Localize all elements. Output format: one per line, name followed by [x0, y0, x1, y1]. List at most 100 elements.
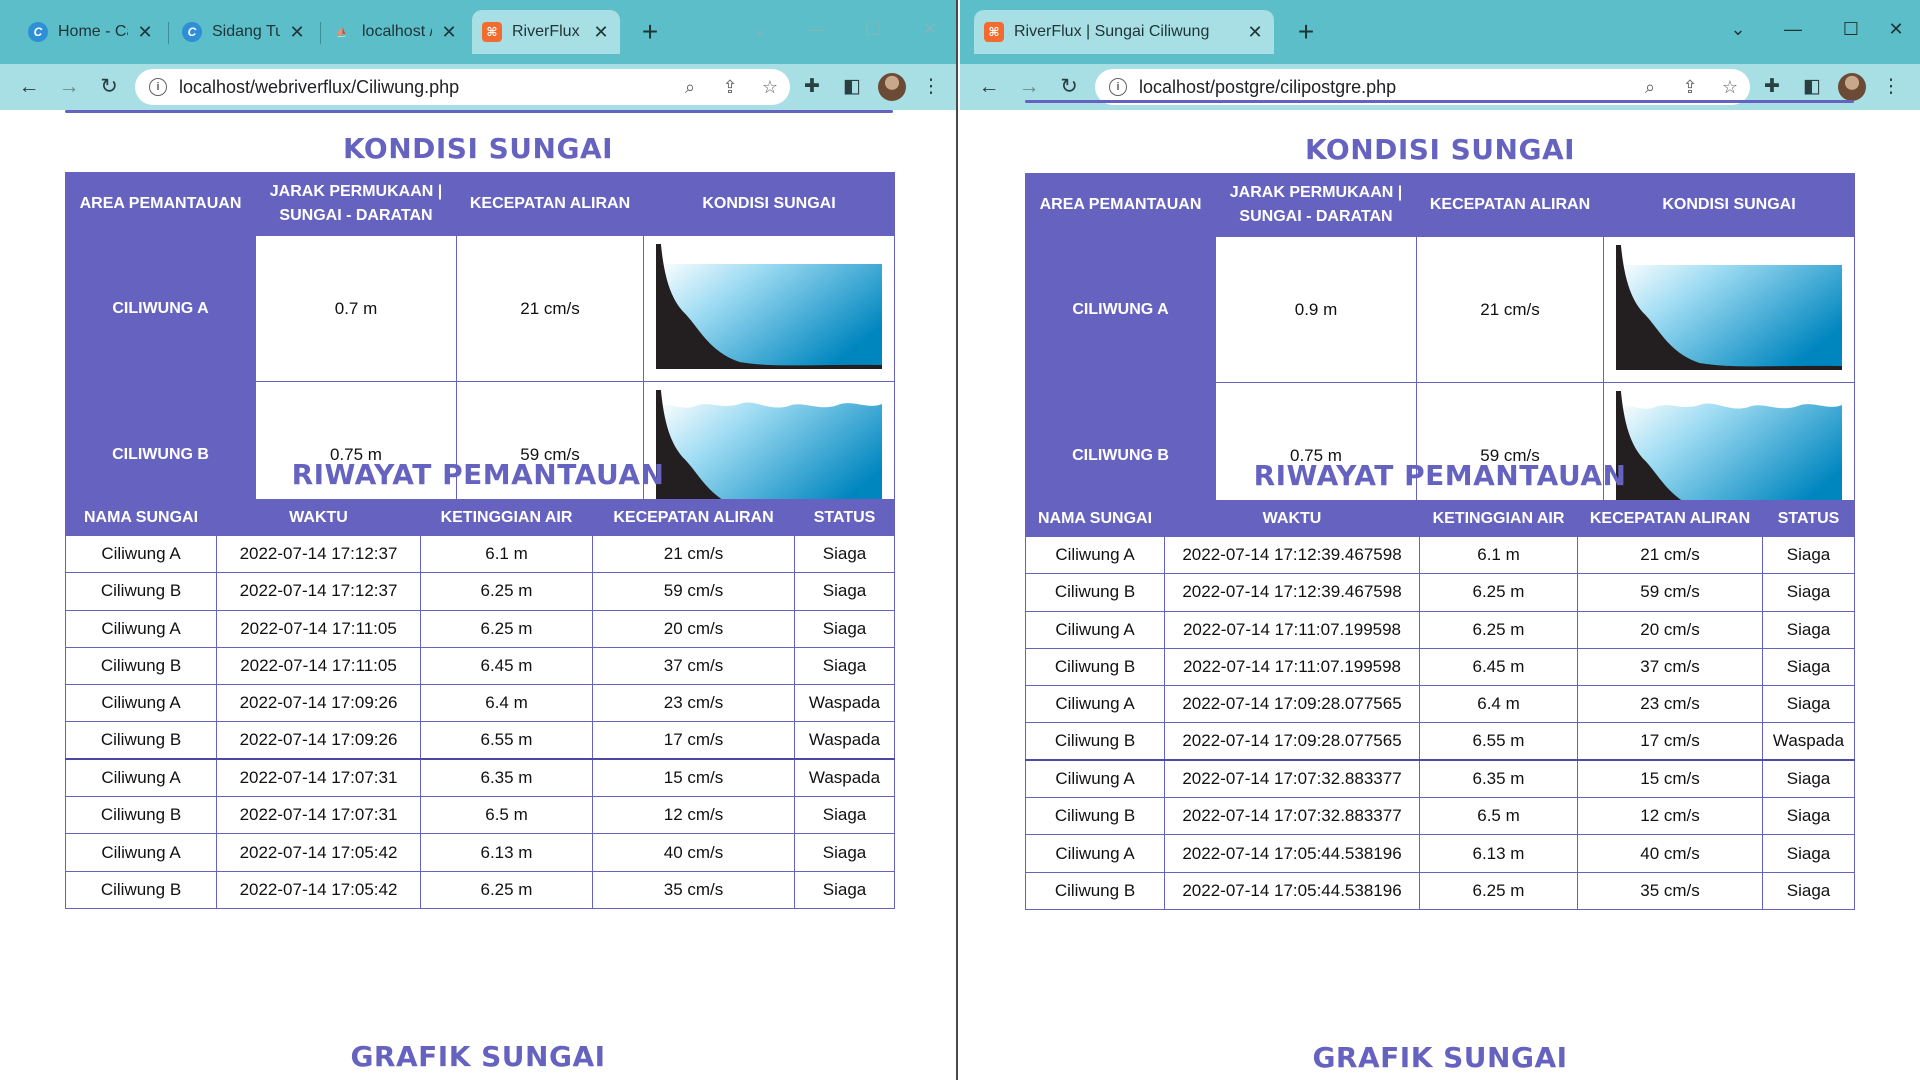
browser-toolbar: ← → ↻ i localhost/webriverflux/Ciliwung.… [0, 64, 956, 110]
browser-window-right: ⌘ RiverFlux | Sungai Ciliwung ✕ + ⌄ — ☐ … [960, 0, 1920, 1080]
river-condition-image [643, 235, 895, 382]
zoom-icon[interactable]: ⌕ [670, 77, 710, 98]
site-info-icon[interactable]: i [149, 78, 167, 96]
kecepatan-cell: 21 cm/s [1416, 236, 1604, 383]
status-cell: Siaga [794, 609, 895, 648]
new-tab-button[interactable]: + [634, 14, 666, 50]
url-text[interactable]: localhost/webriverflux/Ciliwung.php [179, 77, 670, 98]
close-tab-icon[interactable]: ✕ [592, 22, 610, 43]
zoom-icon[interactable]: ⌕ [1630, 77, 1670, 98]
kondisi-sungai-title: KONDISI SUNGAI [342, 132, 614, 165]
side-panel-icon[interactable]: ◧ [837, 72, 867, 102]
forward-arrow-icon[interactable]: → [1014, 72, 1044, 102]
close-tab-icon[interactable]: ✕ [1246, 22, 1264, 43]
table-row: Ciliwung A 2022-07-14 17:07:31 6.35 m 15 cm… [65, 758, 895, 798]
close-window-button[interactable]: ✕ [1876, 14, 1916, 44]
waktu-cell: 2022-07-14 17:12:39.467598 [1164, 573, 1420, 612]
url-text[interactable]: localhost/postgre/cilipostgre.php [1139, 77, 1630, 98]
col-header: STATUS [1762, 500, 1855, 537]
menu-kebab-icon[interactable]: ⋮ [1876, 72, 1906, 102]
minimize-button[interactable]: — [1773, 14, 1813, 44]
tab-riverflux[interactable]: ⌘ RiverFlux | ✕ [472, 10, 620, 54]
tab-riverflux-ciliwung[interactable]: ⌘ RiverFlux | Sungai Ciliwung ✕ [974, 10, 1274, 54]
side-panel-icon[interactable]: ◧ [1797, 72, 1827, 102]
tab-label: localhost / [362, 23, 432, 40]
bookmark-star-icon[interactable]: ☆ [750, 77, 790, 98]
ketinggian-air-cell: 6.5 m [1419, 797, 1578, 836]
status-cell: Waspada [794, 721, 895, 760]
close-tab-icon[interactable]: ✕ [136, 22, 154, 43]
ketinggian-air-cell: 6.13 m [420, 833, 593, 872]
waktu-cell: 2022-07-14 17:09:28.077565 [1164, 685, 1420, 724]
table-row: Ciliwung B 2022-07-14 17:07:31 6.5 m 12 cm/… [65, 796, 895, 835]
table-row: Ciliwung A 2022-07-14 17:05:42 6.13 m 40 cm… [65, 833, 895, 872]
nama-sungai-cell: Ciliwung B [1025, 647, 1165, 687]
tab-label: RiverFlux | Sungai Ciliwung [1014, 23, 1210, 40]
col-header: KETINGGIAN AIR [420, 499, 593, 536]
nama-sungai-cell: Ciliwung A [65, 684, 217, 723]
site-info-icon[interactable]: i [1109, 78, 1127, 96]
tab-home-canva[interactable]: C Home - Ca ✕ [18, 12, 164, 52]
status-cell: Siaga [1762, 759, 1855, 799]
waktu-cell: 2022-07-14 17:05:44.538196 [1164, 871, 1420, 910]
table-row: Ciliwung A 2022-07-14 17:12:37 6.1 m 21 cm/… [65, 534, 895, 574]
extensions-puzzle-icon[interactable]: ✚ [797, 72, 827, 102]
waktu-cell: 2022-07-14 17:12:37 [216, 534, 421, 574]
tab-label: Home - Ca [58, 23, 128, 40]
maximize-button[interactable]: ☐ [1831, 14, 1871, 44]
table-row: Ciliwung B 2022-07-14 17:05:42 6.25 m 35 cm… [65, 870, 895, 909]
address-bar[interactable]: i localhost/webriverflux/Ciliwung.php ⌕ … [135, 69, 790, 105]
table-row: Ciliwung B 2022-07-14 17:09:28.077565 6.55… [1025, 722, 1855, 761]
reload-icon[interactable]: ↻ [1054, 72, 1084, 102]
status-cell: Siaga [1762, 834, 1855, 873]
kondisi-row: CILIWUNG A 0.9 m 21 cm/s [1025, 236, 1855, 383]
bookmark-star-icon[interactable]: ☆ [1710, 77, 1750, 98]
ketinggian-air-cell: 6.1 m [420, 534, 593, 574]
kecepatan-aliran-cell: 21 cm/s [592, 534, 795, 574]
kecepatan-aliran-cell: 35 cm/s [592, 870, 795, 909]
back-arrow-icon[interactable]: ← [14, 72, 44, 102]
browser-window-left: C Home - Ca ✕ C Sidang Tug ✕ ⛵ localhost… [0, 0, 958, 1080]
tab-search-icon[interactable]: ⌄ [1718, 14, 1758, 44]
share-icon[interactable]: ⇪ [1670, 77, 1710, 98]
tab-localhost-phpmyadmin[interactable]: ⛵ localhost / ✕ [322, 12, 468, 52]
status-cell: Siaga [794, 870, 895, 909]
nama-sungai-cell: Ciliwung A [1025, 535, 1165, 575]
table-row: Ciliwung B 2022-07-14 17:07:32.883377 6.5 … [1025, 797, 1855, 836]
minimize-button[interactable]: — [795, 14, 835, 44]
table-row: Ciliwung B 2022-07-14 17:05:44.538196 6.25… [1025, 871, 1855, 910]
maximize-button[interactable]: ☐ [853, 14, 893, 44]
profile-avatar[interactable] [878, 73, 906, 101]
kecepatan-aliran-cell: 15 cm/s [592, 758, 795, 798]
waktu-cell: 2022-07-14 17:11:07.199598 [1164, 610, 1420, 649]
profile-avatar[interactable] [1838, 73, 1866, 101]
nama-sungai-cell: Ciliwung A [65, 758, 217, 798]
col-header: NAMA SUNGAI [65, 499, 217, 536]
nama-sungai-cell: Ciliwung A [1025, 834, 1165, 873]
col-header: KECEPATAN ALIRAN [1577, 500, 1763, 537]
new-tab-button[interactable]: + [1290, 14, 1322, 50]
browser-toolbar: ← → ↻ i localhost/postgre/cilipostgre.ph… [960, 64, 1920, 110]
status-cell: Siaga [1762, 610, 1855, 649]
menu-kebab-icon[interactable]: ⋮ [916, 72, 946, 102]
status-cell: Siaga [1762, 797, 1855, 836]
waktu-cell: 2022-07-14 17:09:26 [216, 684, 421, 723]
close-window-button[interactable]: ✕ [910, 14, 950, 44]
table-row: Ciliwung B 2022-07-14 17:09:26 6.55 m 17 cm… [65, 721, 895, 760]
waktu-cell: 2022-07-14 17:05:42 [216, 870, 421, 909]
share-icon[interactable]: ⇪ [710, 77, 750, 98]
reload-icon[interactable]: ↻ [94, 72, 124, 102]
kecepatan-aliran-cell: 37 cm/s [1577, 647, 1763, 687]
extensions-puzzle-icon[interactable]: ✚ [1757, 72, 1787, 102]
table-row: Ciliwung B 2022-07-14 17:12:39.467598 6.25… [1025, 573, 1855, 612]
calm-river-illustration [1616, 245, 1842, 370]
tab-search-icon[interactable]: ⌄ [740, 14, 780, 44]
tab-sidang-tugas[interactable]: C Sidang Tug ✕ [172, 12, 316, 52]
close-tab-icon[interactable]: ✕ [288, 22, 306, 43]
jarak-cell: 0.7 m [255, 235, 457, 382]
back-arrow-icon[interactable]: ← [974, 72, 1004, 102]
canva-icon: C [28, 22, 48, 42]
close-tab-icon[interactable]: ✕ [440, 22, 458, 43]
status-cell: Siaga [1762, 535, 1855, 575]
forward-arrow-icon[interactable]: → [54, 72, 84, 102]
